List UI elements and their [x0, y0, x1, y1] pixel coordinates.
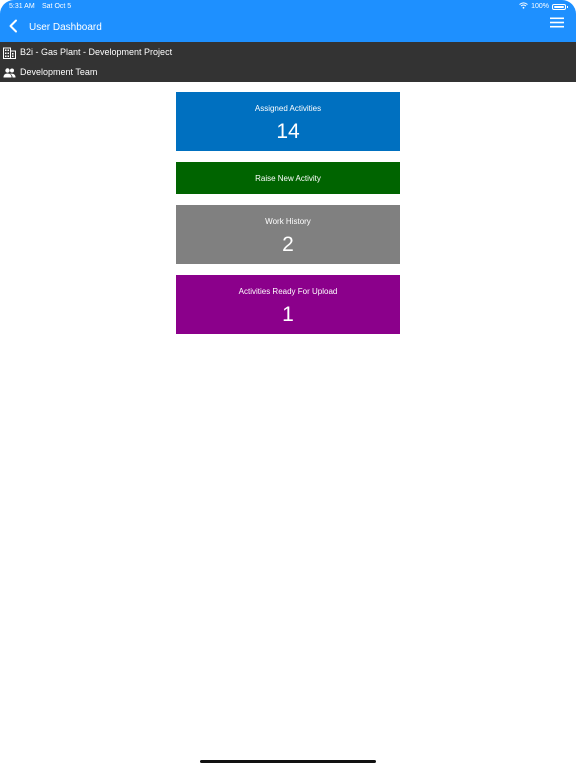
tile-count: 2	[282, 233, 294, 256]
back-button[interactable]	[4, 18, 22, 38]
status-bar: 5:31 AM Sat Oct 5 100%	[0, 0, 576, 14]
team-name: Development Team	[20, 67, 98, 77]
tile-count: 14	[276, 120, 300, 143]
tile-label: Raise New Activity	[255, 174, 321, 183]
raise-new-activity-button[interactable]: Raise New Activity	[176, 162, 400, 194]
status-time: 5:31 AM	[9, 3, 35, 10]
chevron-left-icon	[8, 19, 18, 38]
status-indicators: 100%	[519, 2, 568, 11]
team-row: Development Team	[0, 62, 576, 82]
tile-label: Assigned Activities	[254, 104, 322, 113]
tile-label: Activities Ready For Upload	[238, 287, 338, 296]
activities-ready-for-upload-tile[interactable]: Activities Ready For Upload 1	[176, 275, 400, 334]
context-panel: B2i - Gas Plant - Development Project De…	[0, 42, 576, 82]
work-history-tile[interactable]: Work History 2	[176, 205, 400, 264]
battery-percent: 100%	[531, 3, 549, 10]
home-indicator[interactable]	[200, 760, 376, 763]
tile-label: Work History	[265, 217, 311, 226]
project-row: B2i - Gas Plant - Development Project	[0, 42, 576, 62]
app-screen: 5:31 AM Sat Oct 5 100% User Dashboard B2…	[0, 0, 576, 768]
people-icon	[3, 66, 16, 78]
battery-icon	[552, 3, 568, 10]
navigation-bar: User Dashboard	[0, 14, 576, 42]
assigned-activities-tile[interactable]: Assigned Activities 14	[176, 92, 400, 151]
hamburger-menu-icon	[550, 15, 564, 33]
tile-count: 1	[282, 303, 294, 326]
menu-button[interactable]	[548, 17, 566, 31]
status-date: Sat Oct 5	[42, 3, 72, 10]
building-icon	[3, 46, 16, 59]
project-name: B2i - Gas Plant - Development Project	[20, 47, 173, 57]
page-title: User Dashboard	[29, 22, 102, 33]
wifi-icon	[519, 2, 528, 11]
